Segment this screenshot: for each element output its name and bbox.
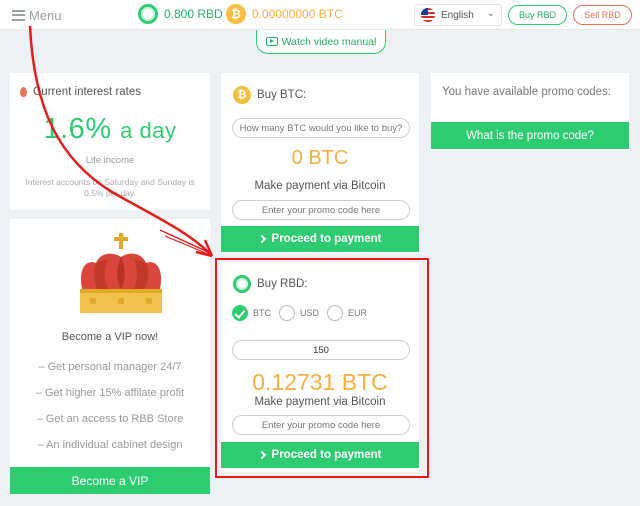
rbd-balance: 0.800 RBD [138, 4, 223, 24]
interest-rate-unit: a day [120, 118, 177, 143]
rbd-promo-input[interactable]: Enter your promo code here [232, 415, 410, 435]
radio-btc-label: BTC [253, 308, 271, 318]
buy-rbd-title: Buy RBD: [233, 275, 308, 293]
language-select[interactable]: English ⌄ [414, 4, 502, 26]
video-play-icon [265, 37, 278, 46]
sell-rbd-button[interactable]: Sell RBD [573, 5, 632, 25]
menu-label: Menu [29, 7, 62, 23]
watch-video-label: Watch video manual [281, 35, 377, 48]
rbd-balance-value: 0.800 RBD [164, 7, 223, 21]
rbd-cost-display: 0.12731 BTC [252, 369, 388, 395]
interest-title-text: Current interest rates [33, 86, 142, 98]
promo-info-button[interactable]: What is the promo code? [431, 122, 629, 149]
interest-title: Current interest rates [20, 86, 141, 98]
btc-balance: ₿ 0.00000000 BTC [226, 4, 343, 24]
currency-radio-group: BTC USD EUR [232, 305, 375, 321]
list-item: – Get higher 15% affilate profit [35, 387, 185, 399]
rbd-coin-icon [233, 275, 251, 293]
chevron-right-icon [257, 234, 266, 244]
language-label: English [441, 9, 474, 21]
list-item: – An individual cabinet design [37, 439, 183, 451]
rbd-proceed-label: Proceed to payment [271, 449, 382, 461]
promo-card: You have available promo codes: What is … [431, 73, 629, 151]
buy-rbd-button[interactable]: Buy RBD [508, 5, 567, 25]
list-item: – Get personal manager 24/7 [38, 361, 182, 373]
interest-rate-value: 1.6% [43, 113, 112, 145]
buy-rbd-title-text: Buy RBD: [257, 278, 308, 290]
radio-eur[interactable]: EUR [327, 305, 367, 321]
us-flag-icon [421, 8, 435, 22]
vip-card: Become a VIP now! – Get personal manager… [10, 219, 210, 494]
radio-usd-label: USD [300, 308, 320, 318]
interest-rates-card: Current interest rates 1.6% a day Life i… [10, 73, 210, 210]
btc-proceed-button[interactable]: Proceed to payment [221, 226, 419, 252]
buy-btc-title-text: Buy BTC: [257, 89, 307, 101]
btc-pay-text: Make payment via Bitcoin [254, 180, 386, 192]
list-item: – Get an access to RBB Store [36, 413, 184, 425]
chevron-down-icon: ⌄ [486, 8, 495, 19]
radio-circle-icon [279, 305, 295, 321]
become-vip-button[interactable]: Become a VIP [10, 467, 210, 494]
buy-rbd-card: Buy RBD: BTC USD EUR 150 0.12731 BTC Mak… [221, 262, 419, 472]
rbd-pay-text: Make payment via Bitcoin [254, 396, 386, 408]
radio-btc[interactable]: BTC [232, 305, 271, 321]
menu-button[interactable]: Menu [12, 7, 62, 23]
interest-sub: Life income [85, 155, 135, 166]
rbd-quantity-input[interactable]: 150 [232, 340, 410, 360]
promo-text: You have available promo codes: [442, 86, 611, 98]
chevron-right-icon [257, 450, 266, 460]
radio-circle-icon [327, 305, 344, 321]
bitcoin-icon: ₿ [233, 86, 251, 104]
rbd-proceed-button[interactable]: Proceed to payment [221, 442, 419, 468]
vip-title: Become a VIP now! [61, 331, 159, 343]
interest-rate: 1.6% a day [10, 113, 210, 146]
rbd-coin-icon [138, 4, 158, 24]
bitcoin-icon: ₿ [226, 4, 246, 24]
checkmark-icon [232, 305, 248, 321]
btc-amount-input[interactable]: How many BTC would you like to buy? [232, 118, 410, 138]
btc-balance-value: 0.00000000 BTC [252, 7, 343, 21]
top-header: Menu 0.800 RBD ₿ 0.00000000 BTC English … [0, 0, 640, 30]
btc-amount-display: 0 BTC [291, 147, 349, 169]
watch-video-button[interactable]: Watch video manual [256, 30, 386, 54]
vip-benefits-list: – Get personal manager 24/7 – Get higher… [10, 360, 210, 464]
buy-btc-title: ₿ Buy BTC: [233, 86, 306, 104]
crown-icon [80, 233, 162, 313]
radio-eur-label: EUR [348, 308, 368, 318]
flame-icon [20, 87, 27, 97]
btc-proceed-label: Proceed to payment [271, 233, 382, 245]
hamburger-icon [12, 9, 25, 21]
radio-usd[interactable]: USD [279, 305, 319, 321]
interest-note: Interest accounts on Saturday and Sunday… [25, 177, 195, 198]
btc-promo-input[interactable]: Enter your promo code here [232, 200, 410, 220]
buy-btc-card: ₿ Buy BTC: How many BTC would you like t… [221, 73, 419, 253]
